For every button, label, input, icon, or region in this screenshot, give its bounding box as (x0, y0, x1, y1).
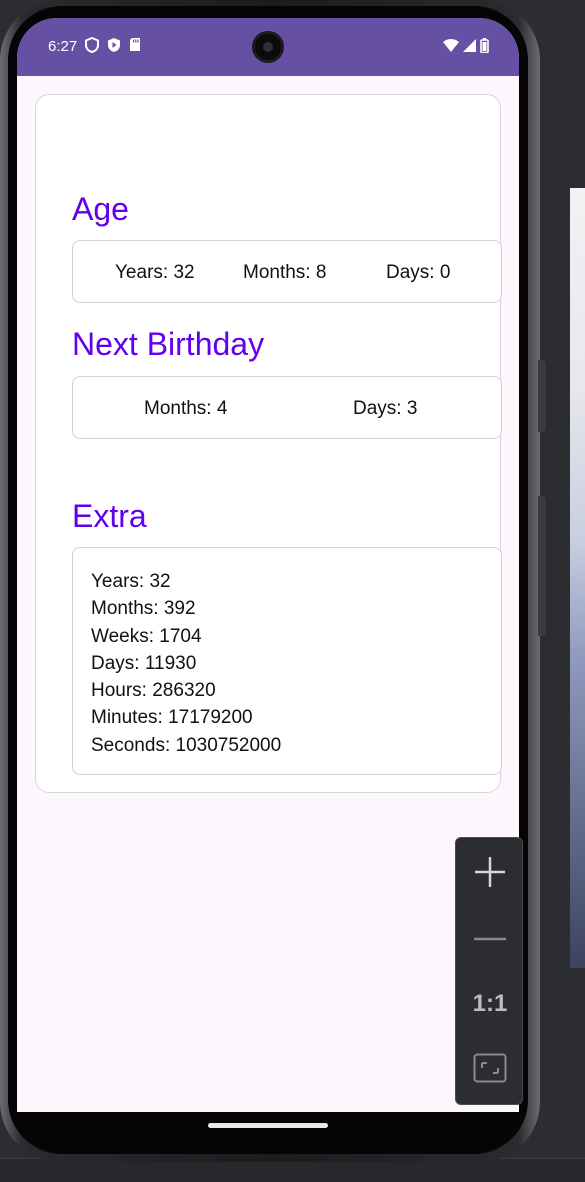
host-window-edge (570, 188, 585, 968)
next-birthday-title: Next Birthday (72, 326, 265, 362)
extra-days: Days: 11930 (91, 652, 197, 674)
extra-title: Extra (72, 498, 147, 534)
app-screen: 6:27 Age Years: 32 Months: 8 Days: 0 Nex… (17, 18, 519, 1112)
status-time: 6:27 (48, 38, 78, 55)
age-days: Days: 0 (386, 262, 451, 283)
zoom-in-button[interactable] (456, 844, 524, 904)
age-months: Months: 8 (243, 262, 327, 283)
next-birthday-months: Months: 4 (144, 398, 228, 419)
extra-card: Years: 32 Months: 392 Weeks: 1704 Days: … (72, 547, 502, 775)
home-gesture-bar[interactable] (208, 1123, 328, 1128)
fit-screen-icon (473, 1053, 507, 1088)
status-bar: 6:27 (17, 18, 519, 76)
age-title: Age (72, 191, 129, 227)
extra-minutes: Minutes: 17179200 (91, 707, 253, 729)
status-icons-left (85, 36, 141, 58)
front-camera (252, 31, 284, 63)
vpn-shield-icon (85, 36, 99, 58)
plus-icon (473, 855, 507, 894)
minus-icon (473, 929, 507, 947)
emulator-zoom-panel: 1:1 (455, 837, 523, 1105)
battery-icon (480, 38, 489, 58)
next-birthday-card: Months: 4 Days: 3 (72, 376, 502, 439)
zoom-out-button[interactable] (456, 908, 524, 968)
extra-seconds: Seconds: 1030752000 (91, 734, 282, 756)
extra-years: Years: 32 (91, 571, 171, 592)
extra-list: Years: 32 Months: 392 Weeks: 1704 Days: … (91, 568, 281, 759)
signal-icon (463, 39, 476, 57)
wifi-icon (443, 39, 459, 57)
age-card: Years: 32 Months: 8 Days: 0 (72, 240, 502, 303)
extra-months: Months: 392 (91, 598, 196, 620)
extra-weeks: Weeks: 1704 (91, 625, 202, 647)
fit-screen-button[interactable] (456, 1040, 524, 1100)
age-years: Years: 32 (115, 262, 195, 283)
sd-card-icon (129, 37, 141, 58)
status-icons-right (443, 38, 489, 58)
actual-size-button[interactable]: 1:1 (456, 974, 524, 1034)
play-protect-icon (107, 37, 121, 58)
volume-button (538, 360, 546, 432)
results-card: Age Years: 32 Months: 8 Days: 0 Next Bir… (35, 94, 502, 793)
extra-hours: Hours: 286320 (91, 680, 216, 702)
next-birthday-days: Days: 3 (353, 398, 418, 419)
power-button (538, 496, 546, 636)
